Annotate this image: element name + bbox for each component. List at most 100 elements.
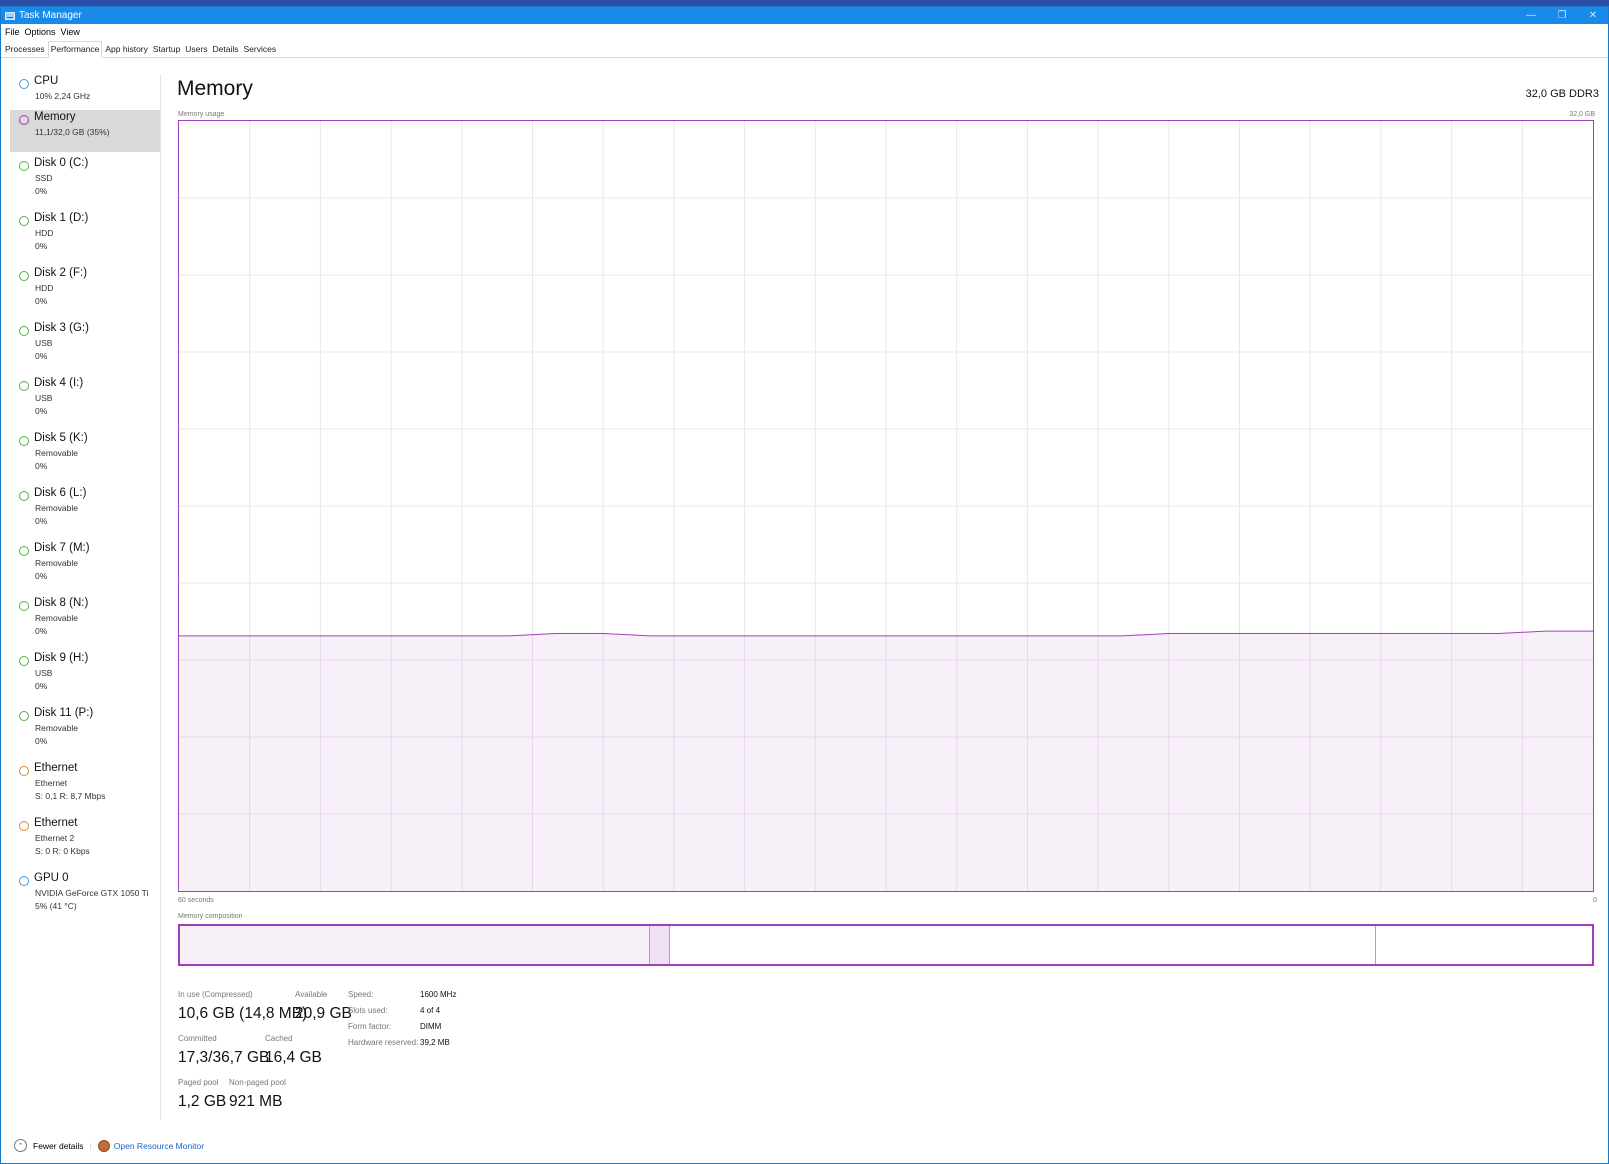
status-circle-icon bbox=[19, 821, 29, 831]
status-circle-icon bbox=[19, 326, 29, 336]
sidebar-item-3[interactable]: Disk 1 (D:) HDD 0% bbox=[10, 211, 160, 266]
sidebar-item-detail: 0% bbox=[35, 516, 48, 526]
sidebar-item-detail: Ethernet bbox=[35, 778, 68, 788]
menu-file[interactable]: File bbox=[5, 27, 20, 37]
time-span-label: 60 seconds bbox=[178, 897, 214, 904]
form-factor-label: Form factor: bbox=[348, 1022, 392, 1031]
tab-performance[interactable]: Performance bbox=[47, 41, 103, 58]
menu-view[interactable]: View bbox=[61, 27, 80, 37]
in-use-segment[interactable] bbox=[180, 926, 651, 964]
status-circle-icon bbox=[19, 381, 29, 391]
sidebar-item-title: Ethernet bbox=[34, 762, 78, 774]
sidebar-item-detail: USB bbox=[35, 338, 53, 348]
sidebar-item-title: Disk 9 (H:) bbox=[34, 652, 89, 664]
status-circle-icon bbox=[19, 271, 29, 281]
status-circle-icon bbox=[19, 876, 29, 886]
committed-value: 17,3/36,7 GB bbox=[178, 1049, 270, 1066]
sidebar-item-detail: S: 0,1 R: 8,7 Mbps bbox=[35, 791, 106, 801]
sidebar-item-title: Disk 3 (G:) bbox=[34, 322, 89, 334]
status-circle-icon bbox=[19, 766, 29, 776]
sidebar-item-10[interactable]: Disk 8 (N:) Removable 0% bbox=[10, 596, 160, 651]
status-circle-icon bbox=[19, 601, 29, 611]
time-end-label: 0 bbox=[1593, 897, 1597, 904]
memory-usage-chart bbox=[178, 120, 1594, 892]
memory-usage-svg bbox=[179, 121, 1593, 891]
resource-monitor-icon bbox=[97, 1139, 110, 1152]
memory-usage-label: Memory usage bbox=[178, 111, 225, 118]
tab-services[interactable]: Services bbox=[241, 42, 278, 57]
sidebar-item-7[interactable]: Disk 5 (K:) Removable 0% bbox=[10, 431, 160, 486]
in-use-value: 10,6 GB (14,8 MB) bbox=[178, 1005, 308, 1022]
title-bar[interactable]: Task Manager — ❐ ✕ bbox=[1, 7, 1608, 24]
sidebar-item-detail: 0% bbox=[35, 571, 48, 581]
chevron-up-icon[interactable]: ⌃ bbox=[14, 1139, 27, 1152]
sidebar-item-detail: 0% bbox=[35, 461, 48, 471]
status-circle-icon bbox=[19, 491, 29, 501]
sidebar-item-detail: 10% 2,24 GHz bbox=[35, 91, 91, 101]
sidebar-item-detail: Removable bbox=[35, 448, 78, 458]
non-paged-pool-label: Non-paged pool bbox=[229, 1078, 286, 1087]
available-value: 20,9 GB bbox=[295, 1005, 352, 1022]
sidebar-item-title: Disk 7 (M:) bbox=[34, 542, 90, 554]
sidebar-item-5[interactable]: Disk 3 (G:) USB 0% bbox=[10, 321, 160, 376]
sidebar-item-detail: Removable bbox=[35, 723, 78, 733]
tab-processes[interactable]: Processes bbox=[3, 42, 47, 57]
performance-sidebar: CPU 10% 2,24 GHz Memory 11,1/32,0 GB (35%) D… bbox=[10, 74, 161, 1120]
page-title: Memory bbox=[177, 77, 253, 100]
sidebar-item-9[interactable]: Disk 7 (M:) Removable 0% bbox=[10, 541, 160, 596]
tab-details[interactable]: Details bbox=[211, 42, 241, 57]
free-segment[interactable] bbox=[1375, 926, 1592, 964]
close-icon[interactable]: ✕ bbox=[1578, 7, 1608, 24]
sidebar-item-detail: 0% bbox=[35, 736, 48, 746]
tab-app-history[interactable]: App history bbox=[103, 42, 150, 57]
task-manager-icon bbox=[5, 11, 15, 21]
memory-usage-max: 32,0 GB bbox=[1569, 111, 1595, 118]
sidebar-item-14[interactable]: Ethernet Ethernet 2 S: 0 R: 0 Kbps bbox=[10, 816, 160, 871]
sidebar-item-13[interactable]: Ethernet Ethernet S: 0,1 R: 8,7 Mbps bbox=[10, 761, 160, 816]
hardware-reserved-value: 39,2 MB bbox=[420, 1038, 450, 1047]
sidebar-item-15[interactable]: GPU 0 NVIDIA GeForce GTX 1050 Ti 5% (41 °C… bbox=[10, 871, 160, 926]
footer-divider: | bbox=[89, 1140, 92, 1151]
memory-composition-label: Memory composition bbox=[178, 913, 243, 920]
ram-type: 32,0 GB DDR3 bbox=[1525, 88, 1599, 100]
sidebar-item-8[interactable]: Disk 6 (L:) Removable 0% bbox=[10, 486, 160, 541]
sidebar-item-title: Disk 4 (I:) bbox=[34, 377, 84, 389]
sidebar-item-4[interactable]: Disk 2 (F:) HDD 0% bbox=[10, 266, 160, 321]
status-circle-icon bbox=[19, 546, 29, 556]
tab-users[interactable]: Users bbox=[183, 42, 209, 57]
sidebar-item-detail: 0% bbox=[35, 351, 48, 361]
modified-segment[interactable] bbox=[650, 926, 670, 964]
status-circle-icon bbox=[19, 436, 29, 446]
sidebar-item-title: Disk 1 (D:) bbox=[34, 212, 89, 224]
sidebar-item-detail: Removable bbox=[35, 503, 78, 513]
sidebar-item-6[interactable]: Disk 4 (I:) USB 0% bbox=[10, 376, 160, 431]
status-circle-icon bbox=[19, 79, 29, 89]
sidebar-item-detail: SSD bbox=[35, 173, 53, 183]
fewer-details-link[interactable]: Fewer details bbox=[33, 1141, 84, 1151]
speed-value: 1600 MHz bbox=[420, 990, 457, 999]
minimize-icon[interactable]: — bbox=[1516, 7, 1546, 24]
sidebar-item-detail: HDD bbox=[35, 283, 54, 293]
sidebar-item-1[interactable]: Memory 11,1/32,0 GB (35%) bbox=[10, 110, 160, 152]
standby-segment[interactable] bbox=[669, 926, 1376, 964]
restore-icon[interactable]: ❐ bbox=[1547, 7, 1577, 24]
status-circle-icon bbox=[19, 115, 29, 125]
open-resource-monitor-link[interactable]: Open Resource Monitor bbox=[114, 1141, 204, 1151]
status-circle-icon bbox=[19, 216, 29, 226]
window-title: Task Manager bbox=[19, 10, 82, 21]
committed-label: Committed bbox=[178, 1034, 217, 1043]
sidebar-item-12[interactable]: Disk 11 (P:) Removable 0% bbox=[10, 706, 160, 761]
sidebar-item-title: CPU bbox=[34, 75, 59, 87]
sidebar-item-detail: HDD bbox=[35, 228, 54, 238]
sidebar-item-0[interactable]: CPU 10% 2,24 GHz bbox=[10, 74, 160, 110]
tab-startup[interactable]: Startup bbox=[151, 42, 182, 57]
sidebar-item-title: Ethernet bbox=[34, 817, 78, 829]
sidebar-item-detail: 5% (41 °C) bbox=[35, 901, 77, 911]
menu-options[interactable]: Options bbox=[25, 27, 56, 37]
cached-value: 16,4 GB bbox=[265, 1049, 322, 1066]
non-paged-pool-value: 921 MB bbox=[229, 1093, 283, 1110]
sidebar-item-2[interactable]: Disk 0 (C:) SSD 0% bbox=[10, 156, 160, 211]
sidebar-item-detail: NVIDIA GeForce GTX 1050 Ti bbox=[35, 888, 149, 898]
in-use-label: In use (Compressed) bbox=[178, 990, 253, 999]
sidebar-item-11[interactable]: Disk 9 (H:) USB 0% bbox=[10, 651, 160, 706]
